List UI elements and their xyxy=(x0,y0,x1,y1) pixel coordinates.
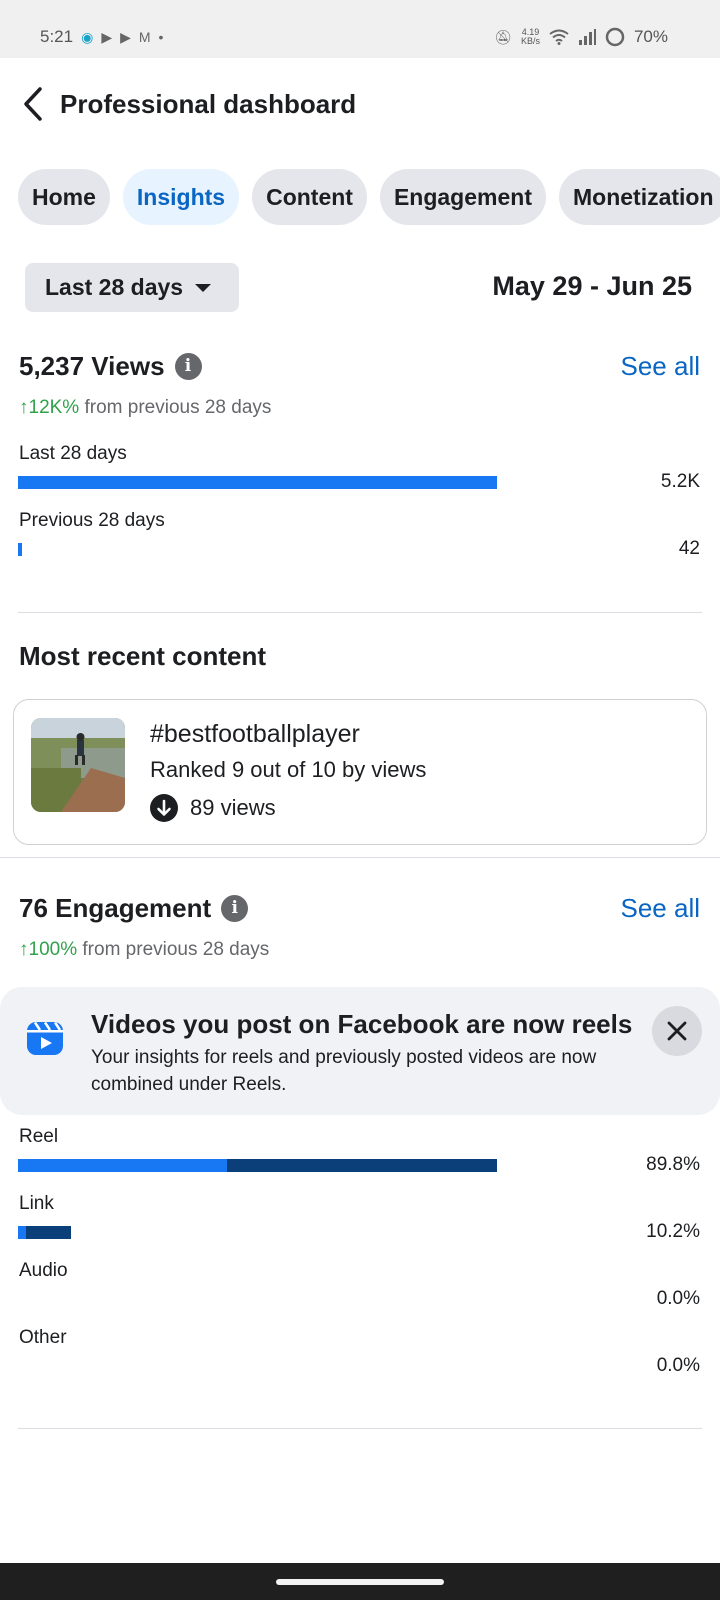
back-arrow-icon xyxy=(24,87,42,121)
system-navigation-bar xyxy=(0,1563,720,1600)
arrow-down-circle-icon xyxy=(150,794,178,822)
recent-content-card[interactable]: #bestfootballplayer Ranked 9 out of 10 b… xyxy=(13,699,707,845)
views-change-value: ↑12K% xyxy=(19,397,80,418)
views-title-text: 5,237 Views xyxy=(19,351,165,381)
engagement-title: 76 Engagement i xyxy=(19,893,249,924)
info-icon[interactable]: i xyxy=(221,895,249,922)
engagement-bar-link xyxy=(18,1226,71,1239)
close-icon xyxy=(667,1021,687,1041)
wifi-icon xyxy=(549,29,569,45)
views-change: ↑12K% from previous 28 days xyxy=(19,397,271,419)
content-title: #bestfootballplayer xyxy=(150,720,360,748)
battery-icon xyxy=(605,27,625,47)
content-thumbnail xyxy=(31,718,125,812)
notice-body: Your insights for reels and previously p… xyxy=(91,1047,597,1095)
clock: 5:21 xyxy=(40,27,74,46)
engagement-bar-label: Other xyxy=(19,1327,67,1348)
tab-insights[interactable]: Insights xyxy=(122,169,240,225)
notice-title: Videos you post on Facebook are now reel… xyxy=(91,1009,633,1039)
app-notification-icon: ◉ xyxy=(81,28,94,45)
signal-icon xyxy=(578,29,596,45)
gmail-icon: M xyxy=(138,29,151,45)
views-bar-previous-28 xyxy=(18,543,22,556)
caret-down-icon xyxy=(195,284,211,292)
engagement-bar-label: Reel xyxy=(19,1126,59,1147)
mute-icon: 🔕︎ xyxy=(494,28,512,45)
back-button[interactable] xyxy=(20,86,48,122)
views-title: 5,237 Views i xyxy=(19,351,202,382)
tab-monetization[interactable]: Monetization xyxy=(558,169,720,225)
tab-content[interactable]: Content xyxy=(252,169,367,225)
page-title: Professional dashboard xyxy=(60,89,357,119)
engagement-change: ↑100% from previous 28 days xyxy=(19,939,269,961)
tab-engagement[interactable]: Engagement xyxy=(379,169,546,225)
reels-notice-banner: Videos you post on Facebook are now reel… xyxy=(0,987,720,1115)
engagement-bar-value: 0.0% xyxy=(656,1355,700,1376)
tab-bar: Home Insights Content Engagement Monetiz… xyxy=(18,169,720,225)
section-divider xyxy=(0,857,720,858)
engagement-change-text: from previous 28 days xyxy=(82,939,270,960)
reels-icon xyxy=(27,1021,63,1055)
battery-level: 70% xyxy=(633,27,668,46)
content-views-count: 89 views xyxy=(190,795,276,820)
engagement-bar-label: Link xyxy=(19,1193,54,1214)
engagement-bar-reel xyxy=(18,1159,497,1172)
date-range-text: May 29 - Jun 25 xyxy=(492,271,692,301)
status-bar-left: 5:21 ◉ ▶ ▶ M • xyxy=(40,27,163,47)
recent-content-heading: Most recent content xyxy=(19,641,267,671)
date-range-dropdown[interactable]: Last 28 days xyxy=(25,263,239,312)
network-speed: 4.19 KB/s xyxy=(521,28,540,46)
media-notification-icon: ▶ xyxy=(101,28,113,45)
media-notification-icon-2: ▶ xyxy=(120,28,131,45)
views-bar-label: Last 28 days xyxy=(19,443,127,464)
network-speed-unit: KB/s xyxy=(520,36,540,46)
content-thumbnail-image xyxy=(31,718,125,812)
views-bar-value: 42 xyxy=(678,538,700,559)
content-rank: Ranked 9 out of 10 by views xyxy=(150,757,427,782)
engagement-bar-dark xyxy=(26,1226,71,1239)
status-bar-right: 🔕︎ 4.19 KB/s 70% xyxy=(494,27,668,47)
engagement-see-all-link[interactable]: See all xyxy=(621,893,701,924)
views-bar-label: Previous 28 days xyxy=(19,510,165,531)
engagement-title-text: 76 Engagement xyxy=(19,893,212,923)
status-bar: 5:21 ◉ ▶ ▶ M • 🔕︎ 4.19 KB/s 70% xyxy=(0,0,720,58)
views-see-all-link[interactable]: See all xyxy=(621,351,701,382)
more-notifications-dot-icon: • xyxy=(158,29,164,45)
engagement-bar-value: 10.2% xyxy=(646,1221,700,1242)
views-bar-fill xyxy=(18,543,22,556)
header: Professional dashboard xyxy=(0,58,720,148)
engagement-bar-value: 89.8% xyxy=(646,1154,700,1175)
content-views: 89 views xyxy=(150,794,276,822)
tab-home[interactable]: Home xyxy=(18,169,110,225)
date-range-dropdown-label: Last 28 days xyxy=(45,274,184,300)
engagement-bar-label: Audio xyxy=(19,1260,68,1281)
notice-close-button[interactable] xyxy=(652,1006,702,1056)
home-indicator[interactable] xyxy=(276,1579,444,1585)
engagement-change-value: ↑100% xyxy=(19,939,78,960)
divider xyxy=(18,1428,702,1429)
engagement-bar-light xyxy=(18,1159,227,1172)
engagement-bar-dark xyxy=(227,1159,497,1172)
engagement-bar-value: 0.0% xyxy=(656,1288,700,1309)
views-bar-last-28 xyxy=(18,476,497,489)
divider xyxy=(18,612,702,613)
engagement-bar-light xyxy=(18,1226,26,1239)
views-change-text: from previous 28 days xyxy=(84,397,272,418)
views-bar-value: 5.2K xyxy=(660,471,700,492)
views-bar-fill xyxy=(18,476,497,489)
info-icon[interactable]: i xyxy=(174,353,202,380)
